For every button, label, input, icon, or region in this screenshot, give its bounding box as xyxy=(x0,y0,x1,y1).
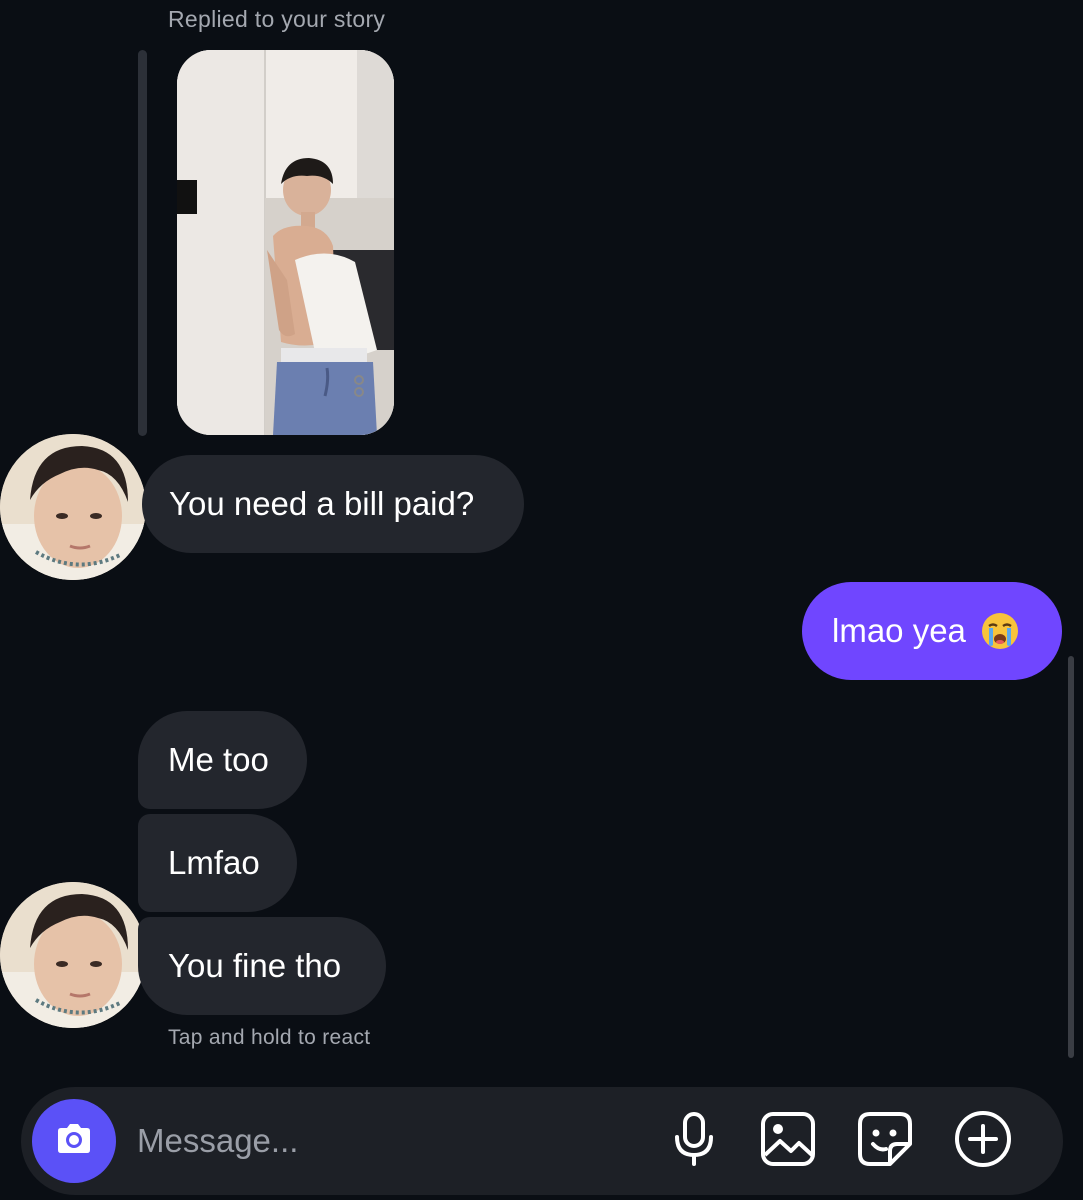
message-text: lmao yea xyxy=(832,612,966,649)
microphone-icon xyxy=(670,1111,718,1172)
chat-screen: Replied to your story You need a bill pa… xyxy=(0,0,1083,1200)
message-text: Me too xyxy=(168,741,269,778)
outgoing-message[interactable]: lmao yea xyxy=(802,582,1062,680)
add-button[interactable] xyxy=(953,1110,1013,1173)
message-input[interactable] xyxy=(137,1115,637,1167)
sender-avatar[interactable] xyxy=(0,882,146,1028)
loudly-crying-face-icon xyxy=(980,611,1020,651)
sender-avatar[interactable] xyxy=(0,434,146,580)
sticker-icon xyxy=(857,1111,913,1172)
incoming-message[interactable]: Me too xyxy=(138,711,307,809)
message-text: You fine tho xyxy=(168,947,342,984)
react-hint: Tap and hold to react xyxy=(168,1026,371,1049)
gallery-button[interactable] xyxy=(758,1111,818,1171)
incoming-message[interactable]: Lmfao xyxy=(138,814,297,912)
gallery-icon xyxy=(760,1111,816,1172)
message-text: You need a bill paid? xyxy=(169,485,475,522)
microphone-button[interactable] xyxy=(664,1111,724,1171)
message-composer xyxy=(21,1087,1063,1195)
sticker-button[interactable] xyxy=(855,1111,915,1171)
camera-icon xyxy=(52,1117,96,1166)
scrollbar[interactable] xyxy=(1068,656,1074,1058)
story-thumbnail[interactable] xyxy=(177,50,394,435)
message-text: Lmfao xyxy=(168,844,260,881)
incoming-message[interactable]: You need a bill paid? xyxy=(142,455,524,553)
reply-quote-bar xyxy=(138,50,147,436)
add-icon xyxy=(954,1110,1012,1173)
camera-button[interactable] xyxy=(32,1099,116,1183)
story-reply-label: Replied to your story xyxy=(168,6,386,32)
incoming-message[interactable]: You fine tho xyxy=(138,917,386,1015)
